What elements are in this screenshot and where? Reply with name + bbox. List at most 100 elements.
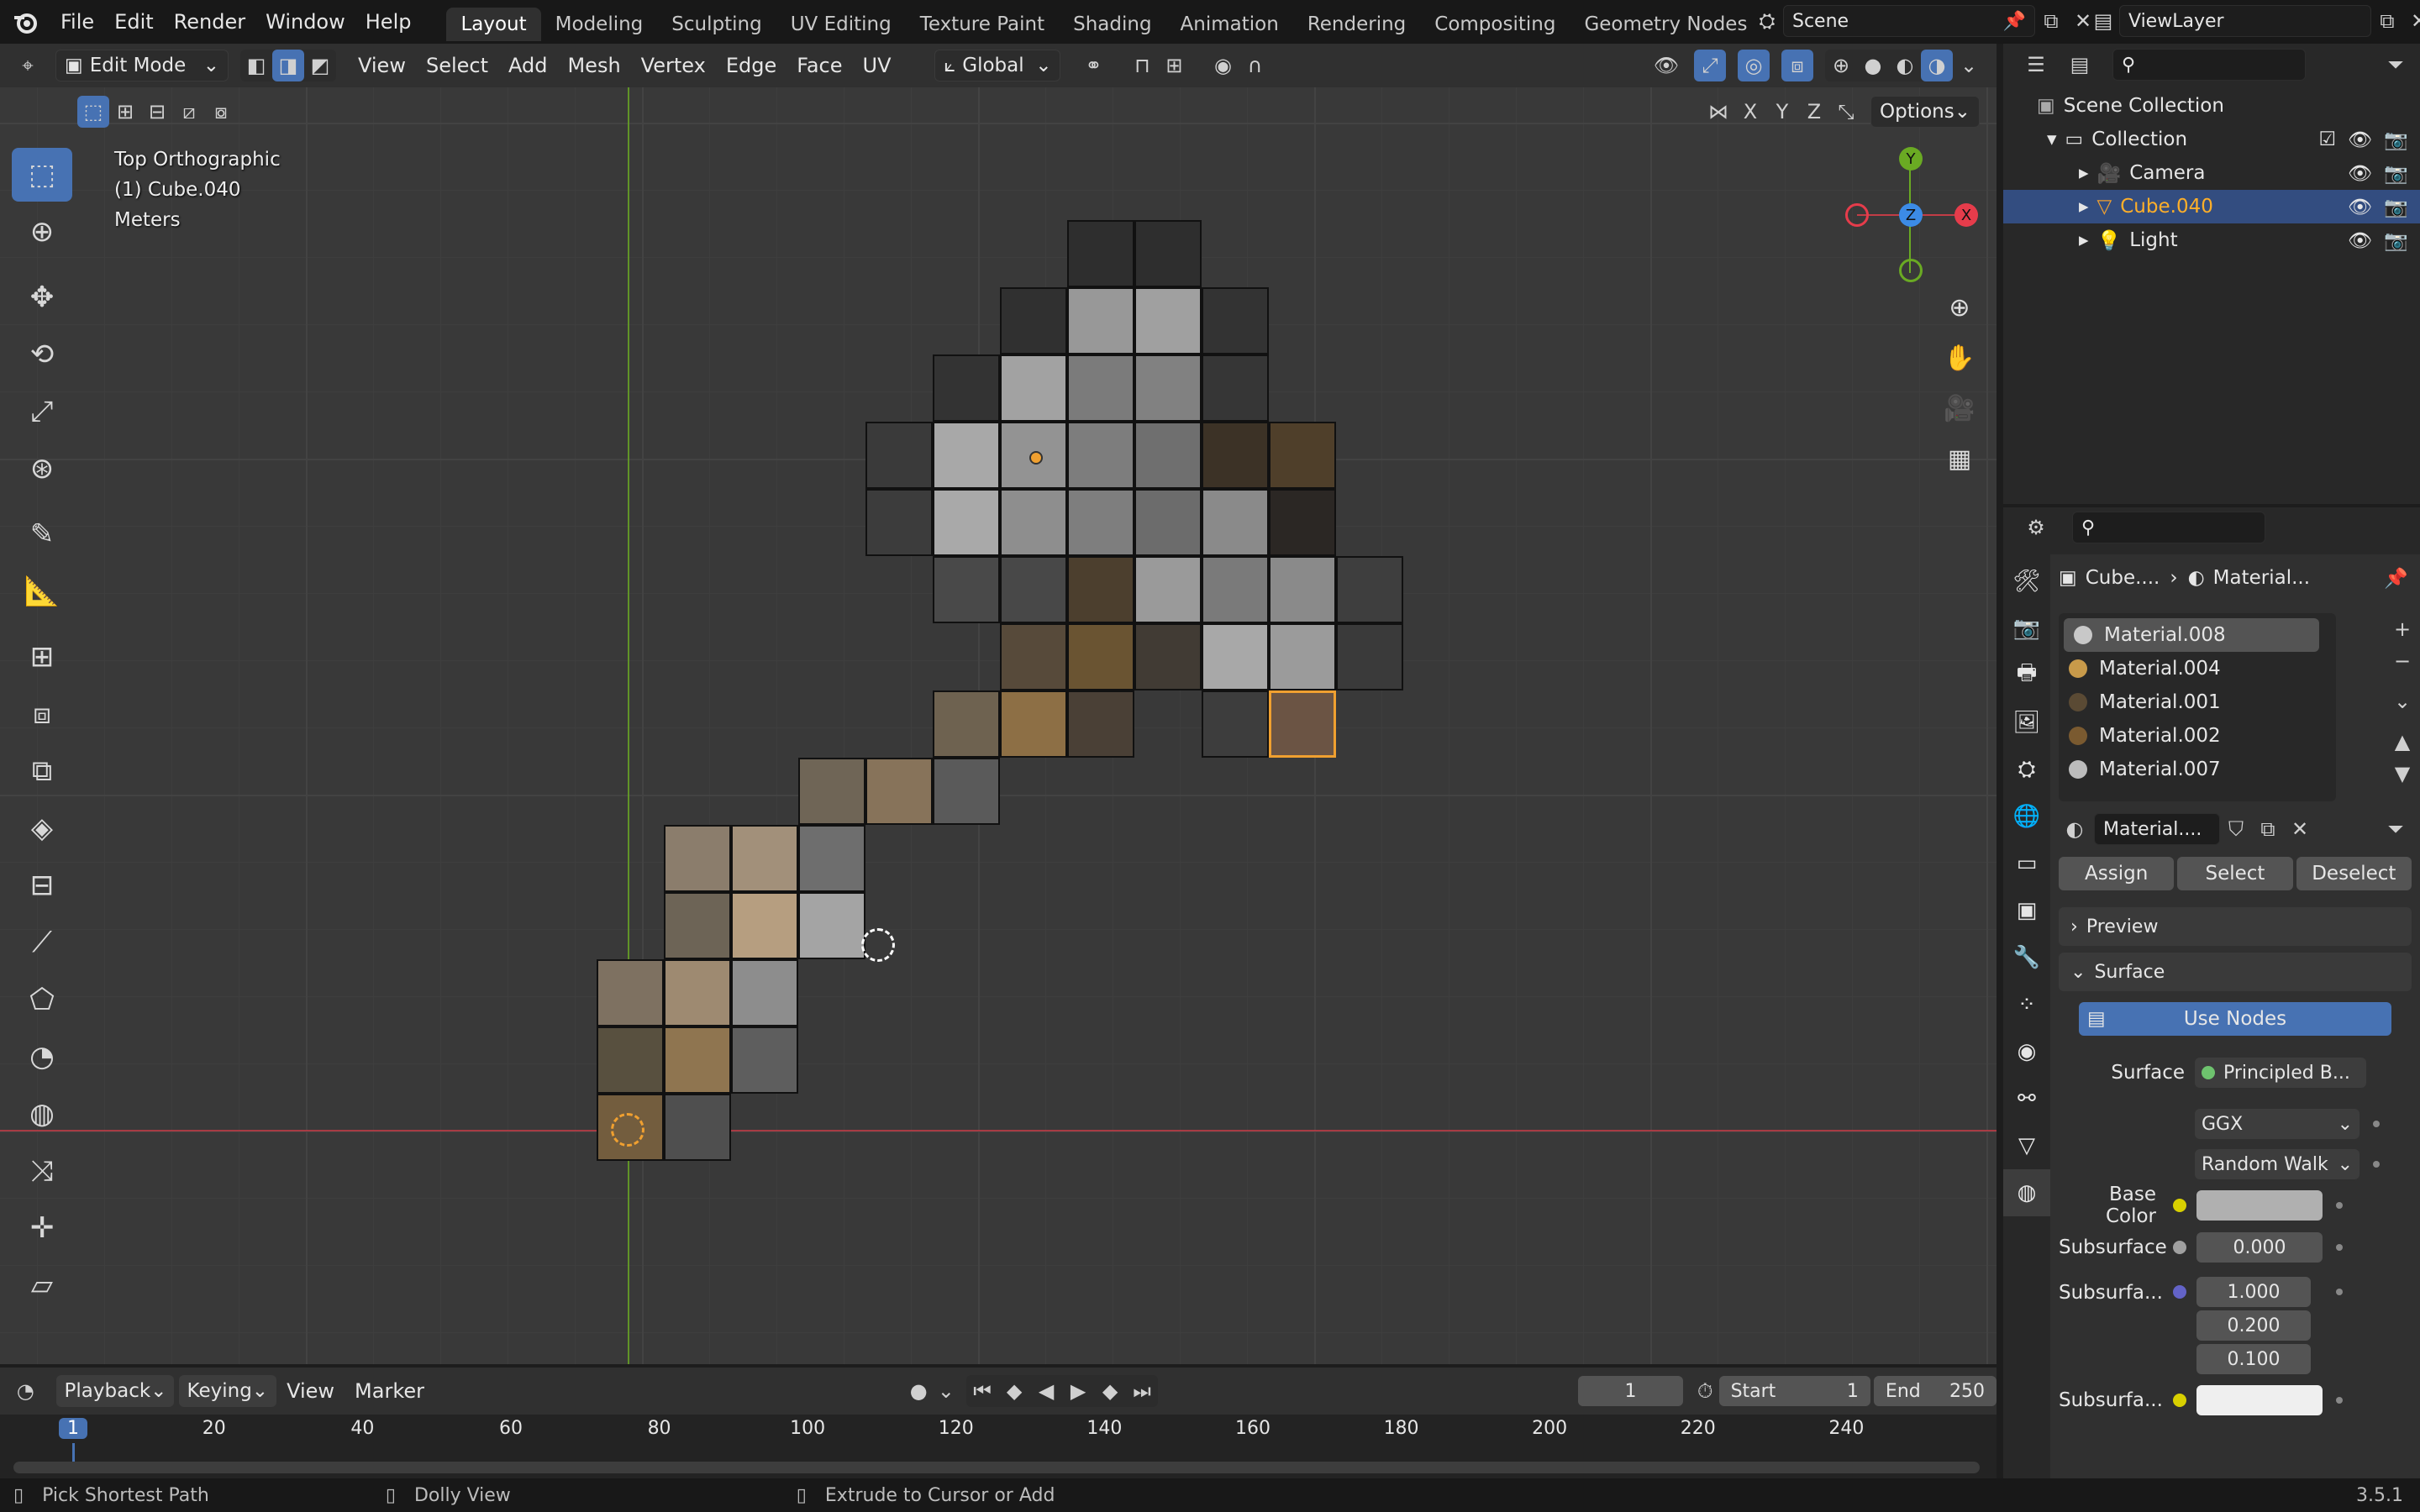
keyframe-dot[interactable] [2336,1244,2343,1251]
shading-options-icon[interactable]: ⌄ [1953,50,1985,81]
zoom-icon[interactable]: ⊕ [1934,282,1985,333]
add-slot-icon[interactable]: + [2386,613,2418,645]
new-view-layer-icon[interactable]: ⧉ [2371,5,2403,37]
workspace-tab-sculpting[interactable]: Sculpting [657,8,776,41]
render-tab-icon[interactable]: 📷 [2003,605,2050,652]
mesh-face[interactable] [1202,354,1269,422]
view-layer-field[interactable]: ViewLayer [2119,5,2371,37]
mesh-face[interactable] [933,556,1000,623]
mesh-face[interactable] [1336,556,1403,623]
playback-menu[interactable]: Playback ⌄ [55,1375,174,1407]
pivot-icon[interactable]: ⚭ [1077,50,1109,81]
workspace-tab-shading[interactable]: Shading [1059,8,1165,41]
overlay-toggle-icon[interactable]: ◎ [1738,50,1770,81]
select-box-icon[interactable]: ⬚ [12,148,72,202]
pin-icon[interactable]: 📌 [2003,11,2026,32]
eye-icon[interactable]: 👁 [2348,229,2372,252]
mesh-face[interactable] [1067,623,1134,690]
rotate-icon[interactable]: ⟲ [12,328,72,381]
workspace-tab-modeling[interactable]: Modeling [541,8,658,41]
delete-view-layer-icon[interactable]: ✕ [2403,5,2420,37]
falloff-icon[interactable]: ∩ [1239,50,1270,81]
mesh-face[interactable] [1202,489,1269,556]
link-type-icon[interactable]: ⏷ [2380,813,2412,845]
remove-slot-icon[interactable]: − [2386,645,2418,677]
add-cube-icon[interactable]: ⊞ [12,630,72,684]
output-tab-icon[interactable]: 🖶 [2003,652,2050,699]
menu-file[interactable]: File [50,0,104,44]
snap-icon[interactable]: ⊓ [1126,50,1158,81]
vertex-select-icon[interactable]: ◧ [240,50,272,81]
distribution-dropdown[interactable]: GGX ⌄ [2195,1109,2360,1139]
browse-material-icon[interactable]: ◐ [2059,813,2091,845]
solid-shading-icon[interactable]: ● [1857,50,1889,81]
current-frame-field[interactable]: 1 [1578,1376,1684,1406]
end-frame-field[interactable]: End 250 [1873,1376,1997,1406]
material-slot[interactable]: Material.004 [2059,652,2336,685]
mesh-face[interactable] [1202,623,1269,690]
snap-target-icon[interactable]: ⊞ [1158,50,1190,81]
properties-editor-icon[interactable]: ⚙ [2020,512,2052,543]
keying-menu[interactable]: Keying ⌄ [178,1375,277,1407]
data-tab-icon[interactable]: ▽ [2003,1122,2050,1169]
mesh-face[interactable] [597,959,664,1026]
gizmo-neg-x[interactable] [1845,203,1869,227]
record-icon[interactable]: ● [905,1375,933,1407]
menu-render[interactable]: Render [164,0,255,44]
subsurface-color-swatch[interactable] [2196,1385,2323,1415]
mesh-face[interactable] [1202,556,1269,623]
subsurface-value-field[interactable]: 0.000 [2196,1232,2323,1263]
select-new-icon[interactable]: ⬚ [77,96,109,128]
gizmo-y-axis[interactable]: Y [1899,147,1923,171]
mesh-face[interactable] [1202,287,1269,354]
material-slot-list[interactable]: Material.008 Material.004 Material.001 Mate… [2059,613,2336,801]
eye-icon[interactable]: 👁 [2348,129,2372,151]
outliner-row-collection[interactable]: ▾ ▭ Collection ☑ 👁 📷 [2003,123,2420,156]
outliner-search-input[interactable]: ⚲ [2112,49,2306,81]
menu-edit[interactable]: Edit [104,0,163,44]
object-tab-icon[interactable]: ▣ [2003,887,2050,934]
display-mode-icon[interactable]: ▤ [2064,49,2096,81]
mesh-face[interactable] [933,422,1000,489]
auto-merge-icon[interactable]: ⤡ [1830,96,1862,128]
mesh-face[interactable] [1000,489,1067,556]
keyframe-dot[interactable] [2373,1161,2380,1168]
constraints-tab-icon[interactable]: ⚯ [2003,1075,2050,1122]
mesh-face[interactable] [798,892,865,959]
workspace-tab-uv-editing[interactable]: UV Editing [776,8,906,41]
mesh-face[interactable] [731,959,798,1026]
mesh-face[interactable] [865,422,933,489]
filter-icon[interactable]: ⏷ [2380,49,2412,81]
particles-tab-icon[interactable]: ⁘ [2003,981,2050,1028]
mesh-face[interactable] [1000,287,1067,354]
camera-render-icon[interactable]: 📷 [2384,196,2408,218]
next-keyframe-icon[interactable]: ◆ [1094,1375,1126,1407]
workspace-tab-texture-paint[interactable]: Texture Paint [906,8,1059,41]
mesh-face[interactable] [1269,690,1336,758]
menu-select[interactable]: Select [416,49,498,82]
navigation-gizmo[interactable]: Y Z X [1840,147,1991,290]
play-icon[interactable]: ▶ [1062,1375,1094,1407]
mesh-face[interactable] [1067,220,1134,287]
timeline-editor-icon[interactable]: ◔ [12,1375,39,1407]
subsurface-method-dropdown[interactable]: Random Walk ⌄ [2195,1149,2360,1179]
move-icon[interactable]: ✥ [12,270,72,324]
workspace-tab-animation[interactable]: Animation [1166,8,1293,41]
mesh-face[interactable] [1134,422,1202,489]
workspace-tab-rendering[interactable]: Rendering [1293,8,1420,41]
bevel-icon[interactable]: ◈ [12,801,72,855]
camera-render-icon[interactable]: 📷 [2384,162,2408,185]
knife-icon[interactable]: ⟋ [12,916,72,969]
mesh-face[interactable] [597,1026,664,1094]
mesh-face[interactable] [1134,354,1202,422]
start-frame-field[interactable]: Start 1 [1718,1376,1870,1406]
mesh-face[interactable] [664,1026,731,1094]
material-name-field[interactable]: Material.... [2094,813,2220,845]
mesh-face[interactable] [933,758,1000,825]
physics-tab-icon[interactable]: ◉ [2003,1028,2050,1075]
workspace-tab-layout[interactable]: Layout [446,8,541,41]
smooth-icon[interactable]: ◍ [12,1087,72,1141]
mode-dropdown[interactable]: ▣ Edit Mode ⌄ [55,50,229,81]
transform-icon[interactable]: ⊛ [12,442,72,496]
edge-slide-icon[interactable]: ⤨ [12,1144,72,1198]
